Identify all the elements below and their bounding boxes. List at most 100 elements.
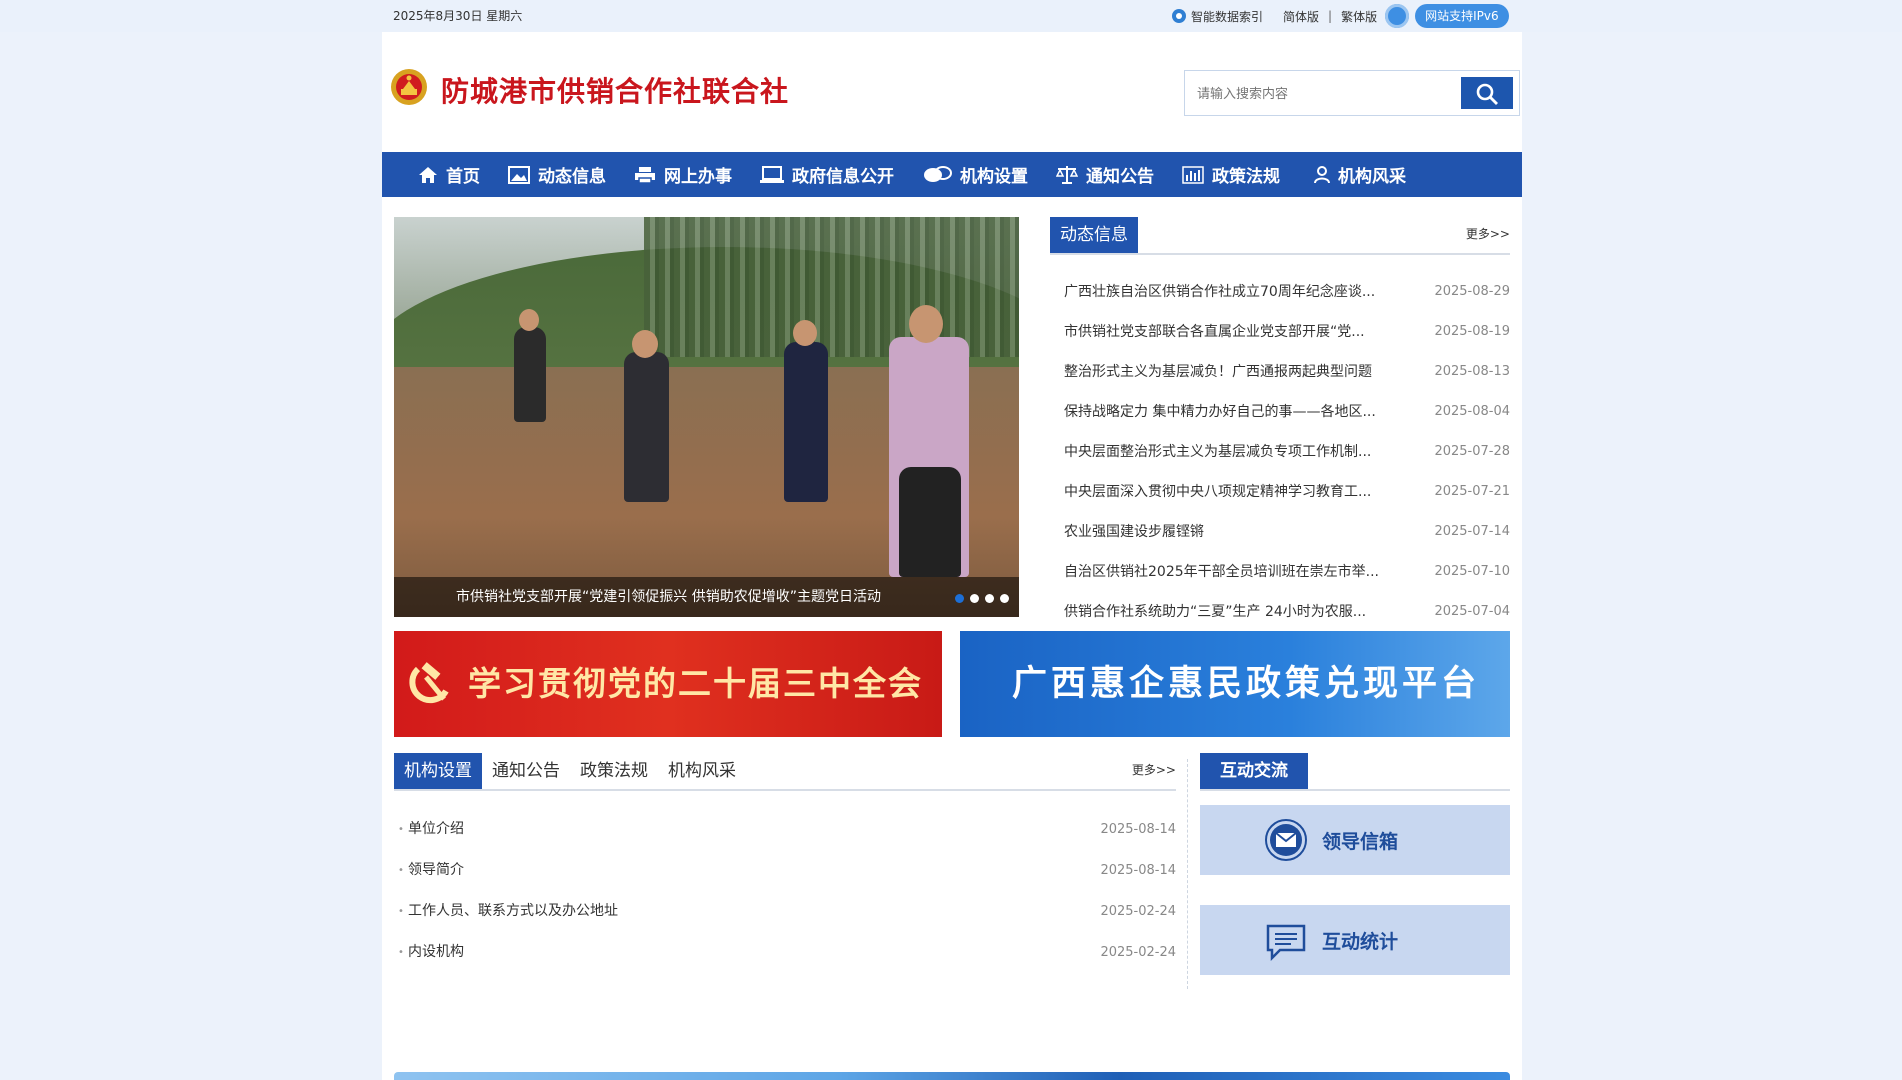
carousel-dot[interactable] bbox=[970, 594, 979, 603]
org-list: 单位介绍 2025-08-14 领导简介 2025-08-14 工作人员、联系方式以… bbox=[394, 809, 1176, 973]
news-more-link[interactable]: 更多>> bbox=[1466, 225, 1510, 242]
list-item[interactable]: 工作人员、联系方式以及办公地址 2025-02-24 bbox=[394, 891, 1176, 932]
nav-label: 网上办事 bbox=[664, 167, 732, 187]
interaction-title: 互动交流 bbox=[1200, 753, 1308, 789]
tab-org[interactable]: 机构设置 bbox=[394, 753, 482, 789]
carousel-dot[interactable] bbox=[985, 594, 994, 603]
interaction-header: 互动交流 bbox=[1200, 753, 1510, 791]
news-title[interactable]: 保持战略定力 集中精力办好自己的事——各地区... bbox=[1064, 392, 1420, 432]
list-item[interactable]: 领导简介 2025-08-14 bbox=[394, 850, 1176, 891]
ai-search-link[interactable]: 智能数据索引 bbox=[1172, 8, 1263, 25]
nav-policy[interactable]: 政策法规 bbox=[1182, 152, 1280, 197]
list-item[interactable]: 整治形式主义为基层减负！广西通报两起典型问题 2025-08-13 bbox=[1050, 352, 1510, 392]
news-title[interactable]: 自治区供销社2025年干部全员培训班在崇左市举... bbox=[1064, 552, 1420, 592]
list-item[interactable]: 供销合作社系统助力“三夏”生产 24小时为农服... 2025-07-04 bbox=[1050, 592, 1510, 632]
news-tab[interactable]: 动态信息 bbox=[1050, 217, 1138, 253]
nav-org[interactable]: 机构设置 bbox=[922, 152, 1028, 197]
scale-icon bbox=[1056, 165, 1078, 184]
weekday-text: 星期六 bbox=[486, 9, 523, 23]
news-title[interactable]: 中央层面整治形式主义为基层减负专项工作机制... bbox=[1064, 432, 1420, 472]
accessibility-icon[interactable] bbox=[1385, 4, 1410, 28]
news-title[interactable]: 整治形式主义为基层减负！广西通报两起典型问题 bbox=[1064, 352, 1420, 392]
org-item-title[interactable]: 领导简介 bbox=[398, 850, 464, 891]
mail-icon bbox=[1265, 819, 1307, 861]
tab-notice[interactable]: 通知公告 bbox=[482, 753, 570, 789]
ai-search-label: 智能数据索引 bbox=[1191, 9, 1264, 24]
home-icon bbox=[419, 166, 437, 183]
news-title[interactable]: 农业强国建设步履铿锵 bbox=[1064, 512, 1420, 552]
ipv6-badge: 网站支持IPv6 bbox=[1415, 4, 1509, 28]
news-date: 2025-08-04 bbox=[1434, 404, 1510, 419]
simplified-link[interactable]: 简体版 bbox=[1283, 8, 1319, 25]
news-title[interactable]: 市供销社党支部联合各直属企业党支部开展“党... bbox=[1064, 312, 1420, 352]
org-more-link[interactable]: 更多>> bbox=[1132, 761, 1176, 778]
carousel-caption[interactable]: 市供销社党支部开展“党建引领促振兴 供销助农促增收”主题党日活动 bbox=[456, 577, 881, 617]
news-date: 2025-07-28 bbox=[1434, 444, 1510, 459]
news-date: 2025-07-10 bbox=[1434, 564, 1510, 579]
nav-label: 机构设置 bbox=[960, 167, 1028, 187]
traditional-link[interactable]: 繁体版 bbox=[1341, 8, 1377, 25]
list-item[interactable]: 自治区供销社2025年干部全员培训班在崇左市举... 2025-07-10 bbox=[1050, 552, 1510, 592]
news-title[interactable]: 广西壮族自治区供销合作社成立70周年纪念座谈... bbox=[1064, 272, 1420, 312]
search-box bbox=[1184, 70, 1520, 116]
carousel-dot[interactable] bbox=[955, 594, 964, 603]
news-title[interactable]: 供销合作社系统助力“三夏”生产 24小时为农服... bbox=[1064, 592, 1420, 632]
org-item-date: 2025-02-24 bbox=[1100, 945, 1176, 960]
list-item[interactable]: 单位介绍 2025-08-14 bbox=[394, 809, 1176, 850]
site-title[interactable]: 防城港市供销合作社联合社 bbox=[441, 70, 789, 110]
leader-mailbox-button[interactable]: 领导信箱 bbox=[1200, 805, 1510, 875]
nav-style[interactable]: 机构风采 bbox=[1314, 152, 1406, 197]
list-item[interactable]: 广西壮族自治区供销合作社成立70周年纪念座谈... 2025-08-29 bbox=[1050, 272, 1510, 312]
news-date: 2025-07-21 bbox=[1434, 484, 1510, 499]
current-date: 2025年8月30日 星期六 bbox=[393, 0, 522, 32]
nav-gov-info[interactable]: 政府信息公开 bbox=[760, 152, 894, 197]
news-date: 2025-08-29 bbox=[1434, 284, 1510, 299]
column-divider bbox=[1187, 759, 1188, 989]
org-panel: 机构设置 通知公告 政策法规 机构风采 更多>> 单位介绍 2025-08-14 … bbox=[394, 753, 1176, 973]
news-date: 2025-07-14 bbox=[1434, 524, 1510, 539]
printer-icon bbox=[635, 166, 655, 184]
interaction-stats-button[interactable]: 互动统计 bbox=[1200, 905, 1510, 975]
tab-policy[interactable]: 政策法规 bbox=[570, 753, 658, 789]
list-item[interactable]: 保持战略定力 集中精力办好自己的事——各地区... 2025-08-04 bbox=[1050, 392, 1510, 432]
nav-home[interactable]: 首页 bbox=[418, 152, 480, 197]
news-title[interactable]: 中央层面深入贯彻中央八项规定精神学习教育工... bbox=[1064, 472, 1420, 512]
policy-platform-banner[interactable]: 广西惠企惠民政策兑现平台 bbox=[960, 631, 1510, 737]
date-text: 2025年8月30日 bbox=[393, 9, 483, 23]
nav-label: 通知公告 bbox=[1086, 167, 1154, 187]
org-item-date: 2025-08-14 bbox=[1100, 822, 1176, 837]
org-item-title[interactable]: 内设机构 bbox=[398, 932, 464, 973]
nav-label: 动态信息 bbox=[538, 167, 606, 187]
list-item[interactable]: 市供销社党支部联合各直属企业党支部开展“党... 2025-08-19 bbox=[1050, 312, 1510, 352]
org-item-title[interactable]: 单位介绍 bbox=[398, 809, 464, 850]
nav-label: 政策法规 bbox=[1212, 167, 1280, 187]
org-item-title[interactable]: 工作人员、联系方式以及办公地址 bbox=[398, 891, 618, 932]
tab-style[interactable]: 机构风采 bbox=[658, 753, 746, 789]
nav-label: 政府信息公开 bbox=[792, 167, 894, 187]
list-item[interactable]: 中央层面整治形式主义为基层减负专项工作机制... 2025-07-28 bbox=[1050, 432, 1510, 472]
nav-notice[interactable]: 通知公告 bbox=[1056, 152, 1154, 197]
site-header: 防城港市供销合作社联合社 bbox=[382, 32, 1522, 152]
hammer-sickle-icon bbox=[409, 662, 449, 704]
ai-search-icon bbox=[1172, 9, 1186, 23]
org-item-date: 2025-02-24 bbox=[1100, 904, 1176, 919]
party-study-banner[interactable]: 学习贯彻党的二十届三中全会精神 bbox=[394, 631, 942, 737]
nav-online-service[interactable]: 网上办事 bbox=[634, 152, 732, 197]
image-icon bbox=[508, 165, 530, 184]
search-input[interactable] bbox=[1187, 73, 1469, 115]
search-icon bbox=[1476, 83, 1498, 105]
search-button[interactable] bbox=[1461, 77, 1513, 109]
top-links: 智能数据索引 简体版 | 繁体版 网站支持IPv6 bbox=[1172, 4, 1509, 28]
carousel-dot[interactable] bbox=[1000, 594, 1009, 603]
org-item-date: 2025-08-14 bbox=[1100, 863, 1176, 878]
nav-news[interactable]: 动态信息 bbox=[508, 152, 606, 197]
org-tabs: 机构设置 通知公告 政策法规 机构风采 更多>> bbox=[394, 753, 1176, 791]
national-emblem-icon bbox=[391, 69, 427, 105]
list-item[interactable]: 中央层面深入贯彻中央八项规定精神学习教育工... 2025-07-21 bbox=[1050, 472, 1510, 512]
interaction-panel: 互动交流 领导信箱 互动统计 bbox=[1200, 753, 1510, 975]
list-item[interactable]: 内设机构 2025-02-24 bbox=[394, 932, 1176, 973]
user-icon bbox=[1314, 165, 1330, 183]
news-panel: 动态信息 更多>> 广西壮族自治区供销合作社成立70周年纪念座谈... 2025-… bbox=[1050, 217, 1510, 632]
photo-carousel[interactable]: 市供销社党支部开展“党建引领促振兴 供销助农促增收”主题党日活动 bbox=[394, 217, 1019, 617]
list-item[interactable]: 农业强国建设步履铿锵 2025-07-14 bbox=[1050, 512, 1510, 552]
